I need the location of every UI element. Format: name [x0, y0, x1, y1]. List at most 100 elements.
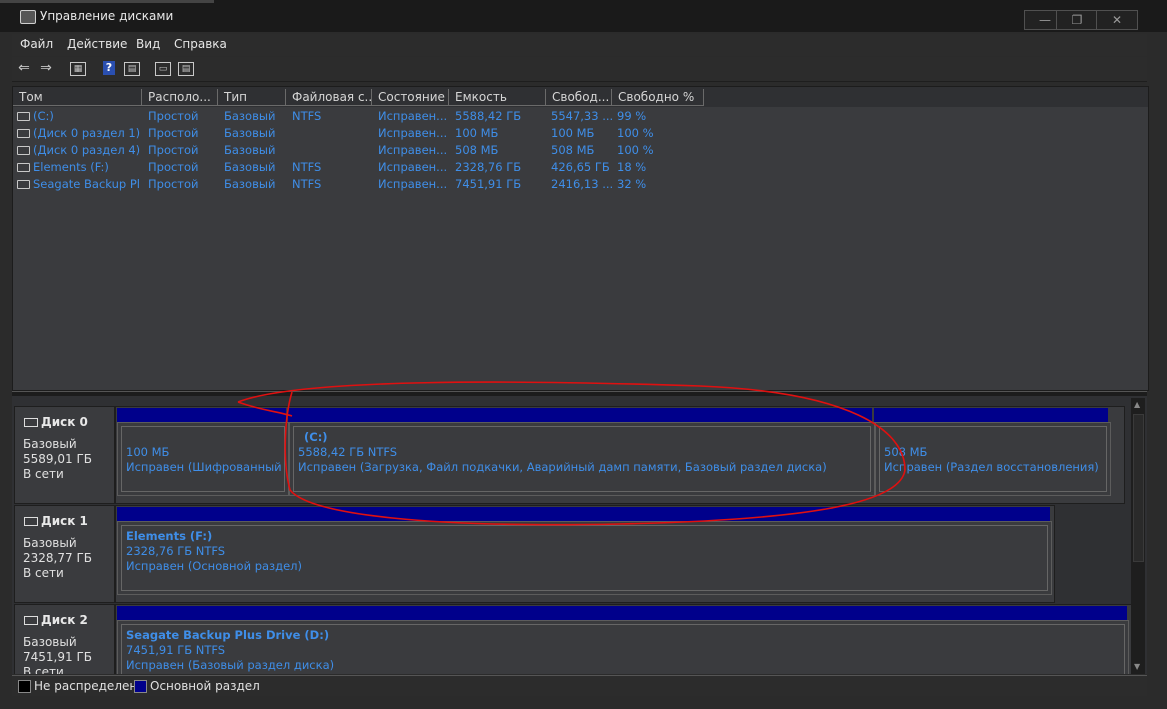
- menu-view[interactable]: Вид: [136, 37, 160, 51]
- legend-bar: Не распределена Основной раздел: [12, 675, 1147, 696]
- partition-elements-f[interactable]: Elements (F:) 2328,76 ГБ NTFS Исправен (…: [117, 521, 1052, 595]
- volume-cell-tom: Seagate Backup Pl...: [33, 177, 141, 191]
- disk-kind: Базовый: [23, 635, 77, 649]
- partition-frame: 100 МБ Исправен (Шифрованный (E: [121, 426, 285, 492]
- volume-row[interactable]: Elements (F:) Простой Базовый NTFS Исправен.…: [13, 159, 713, 176]
- disk-0-partitions: 100 МБ Исправен (Шифрованный (E (C:) 558…: [115, 406, 1125, 504]
- column-header-free-percent[interactable]: Свободно %: [612, 89, 704, 106]
- partition-title: Elements (F:): [126, 529, 213, 543]
- console-icon[interactable]: ▤: [178, 62, 194, 76]
- partition-size: 508 МБ: [884, 445, 928, 459]
- disk-icon: [24, 418, 38, 427]
- partition-size: 7451,91 ГБ NTFS: [126, 643, 226, 657]
- partition-c-drive[interactable]: (C:) 5588,42 ГБ NTFS Исправен (Загрузка,…: [289, 422, 875, 496]
- volume-row[interactable]: (C:) Простой Базовый NTFS Исправен... 5588,42…: [13, 108, 713, 125]
- disk-kind: Базовый: [23, 437, 77, 451]
- volume-list-header: Том Располо... Тип Файловая с... Состоян…: [13, 87, 1148, 107]
- volume-cell-free_pct: 100 %: [617, 143, 654, 157]
- volume-cell-fs: NTFS: [292, 109, 322, 123]
- partition-status: Исправен (Базовый раздел диска): [126, 658, 335, 672]
- partition-disk0-part1[interactable]: 100 МБ Исправен (Шифрованный (E: [117, 422, 289, 496]
- volume-cell-fs: [292, 142, 372, 159]
- partition-frame: Elements (F:) 2328,76 ГБ NTFS Исправен (…: [121, 525, 1048, 591]
- column-header-type[interactable]: Тип: [218, 89, 286, 106]
- scroll-up-arrow-icon[interactable]: ▲: [1134, 400, 1140, 409]
- partition-frame: 508 МБ Исправен (Раздел восстановления): [879, 426, 1107, 492]
- partition-seagate-d[interactable]: Seagate Backup Plus Drive (D:) 7451,91 Г…: [117, 620, 1129, 674]
- disk-panel-scrollbar[interactable]: ▲ ▼: [1131, 398, 1145, 674]
- forward-arrow-icon[interactable]: ⇒: [37, 60, 55, 76]
- volume-cell-type: Базовый: [224, 126, 276, 140]
- partition-title: Seagate Backup Plus Drive (D:): [126, 628, 330, 642]
- close-button[interactable]: ✕: [1096, 10, 1138, 30]
- volume-drive-icon: [17, 146, 30, 155]
- disk-name: Диск 2: [41, 613, 88, 627]
- menu-bar: Файл Действие Вид Справка: [12, 34, 1147, 56]
- disk-state: В сети: [23, 665, 64, 674]
- volume-cell-tom: (C:): [33, 109, 54, 123]
- disk-management-app-icon: [20, 10, 36, 24]
- volume-drive-icon: [17, 112, 30, 121]
- volume-cell-fs: NTFS: [292, 177, 322, 191]
- console-tree-icon[interactable]: ▦: [70, 62, 86, 76]
- help-icon[interactable]: ?: [103, 61, 115, 75]
- volume-cell-status: Исправен...: [378, 177, 448, 191]
- scrollbar-thumb[interactable]: [1133, 414, 1144, 562]
- disk-size: 7451,91 ГБ: [23, 650, 92, 664]
- disk-0-label[interactable]: Диск 0 Базовый 5589,01 ГБ В сети: [14, 406, 115, 504]
- disk-1-label[interactable]: Диск 1 Базовый 2328,77 ГБ В сети: [14, 505, 115, 603]
- partition-bar: [117, 606, 1129, 620]
- volume-row[interactable]: (Диск 0 раздел 1) Простой Базовый Исправен.…: [13, 125, 713, 142]
- partition-status: Исправен (Основной раздел): [126, 559, 303, 573]
- menu-help[interactable]: Справка: [174, 37, 227, 51]
- disk-info-icon[interactable]: ▭: [155, 62, 171, 76]
- title-bar-highlight: [0, 0, 214, 3]
- maximize-button[interactable]: ❐: [1056, 10, 1098, 30]
- disk-2-label[interactable]: Диск 2 Базовый 7451,91 ГБ В сети: [14, 604, 115, 674]
- volume-cell-capacity: 100 МБ: [455, 126, 499, 140]
- back-arrow-icon[interactable]: ⇐: [15, 60, 33, 76]
- partition-frame: Seagate Backup Plus Drive (D:) 7451,91 Г…: [121, 624, 1125, 674]
- partition-status: Исправен (Шифрованный (E: [126, 460, 285, 474]
- volume-cell-tom: (Диск 0 раздел 4): [33, 143, 141, 157]
- volume-cell-free: 426,65 ГБ: [551, 160, 610, 174]
- volume-row[interactable]: (Диск 0 раздел 4) Простой Базовый Исправен.…: [13, 142, 713, 159]
- legend-unallocated-swatch: [18, 680, 31, 693]
- volume-cell-fs: NTFS: [292, 160, 322, 174]
- column-header-free[interactable]: Свобод...: [546, 89, 612, 106]
- volume-cell-status: Исправен...: [378, 126, 448, 140]
- legend-primary-swatch: [134, 680, 147, 693]
- volume-cell-type: Базовый: [224, 177, 276, 191]
- volume-cell-layout: Простой: [148, 160, 199, 174]
- column-header-capacity[interactable]: Емкость: [449, 89, 546, 106]
- volume-cell-free: 5547,33 ...: [551, 109, 612, 123]
- partition-frame: (C:) 5588,42 ГБ NTFS Исправен (Загрузка,…: [293, 426, 871, 492]
- volume-cell-type: Базовый: [224, 109, 276, 123]
- volume-cell-fs: [292, 125, 372, 142]
- scroll-down-arrow-icon[interactable]: ▼: [1134, 662, 1140, 671]
- disk-icon: [24, 517, 38, 526]
- legend-primary-label: Основной раздел: [150, 679, 260, 693]
- disk-size: 2328,77 ГБ: [23, 551, 92, 565]
- volume-row[interactable]: Seagate Backup Pl... Простой Базовый NTFS Ис…: [13, 176, 713, 193]
- menu-action[interactable]: Действие: [67, 37, 127, 51]
- volume-cell-type: Базовый: [224, 143, 276, 157]
- volume-cell-free: 2416,13 ...: [551, 177, 612, 191]
- volume-cell-type: Базовый: [224, 160, 276, 174]
- disk-name: Диск 1: [41, 514, 88, 528]
- column-header-volume[interactable]: Том: [13, 89, 142, 106]
- legend-unallocated-label: Не распределена: [34, 679, 145, 693]
- menu-file[interactable]: Файл: [20, 37, 53, 51]
- partition-recovery[interactable]: 508 МБ Исправен (Раздел восстановления): [875, 422, 1111, 496]
- volume-cell-capacity: 2328,76 ГБ: [455, 160, 522, 174]
- column-header-layout[interactable]: Располо...: [142, 89, 218, 106]
- partition-bar: [117, 408, 288, 422]
- column-header-status[interactable]: Состояние: [372, 89, 449, 106]
- partition-size: 2328,76 ГБ NTFS: [126, 544, 226, 558]
- volume-cell-status: Исправен...: [378, 143, 448, 157]
- disk-map-panel: Диск 0 Базовый 5589,01 ГБ В сети 100 МБ …: [12, 396, 1147, 674]
- properties-icon[interactable]: ▤: [124, 62, 140, 76]
- volume-cell-tom: Elements (F:): [33, 160, 109, 174]
- volume-cell-tom: (Диск 0 раздел 1): [33, 126, 141, 140]
- column-header-filesystem[interactable]: Файловая с...: [286, 89, 372, 106]
